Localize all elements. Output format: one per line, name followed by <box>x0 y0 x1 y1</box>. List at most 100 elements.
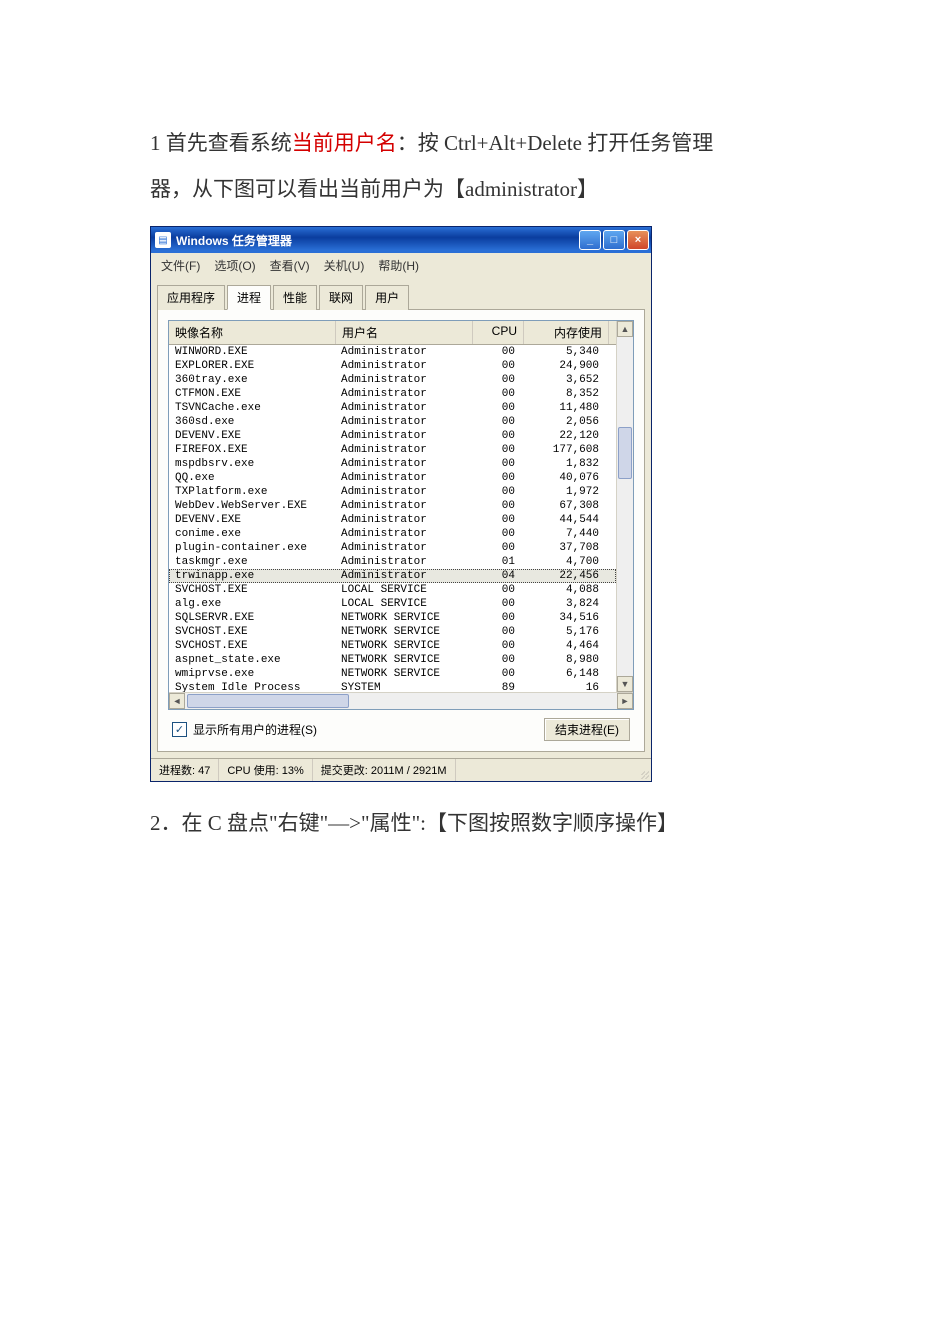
table-row[interactable]: CTFMON.EXEAdministrator008,352 <box>169 387 616 401</box>
step1-line2: 器，从下图可以看出当前用户为【administrator】 <box>150 177 598 201</box>
cell: 1,832 <box>521 457 605 471</box>
cell: 00 <box>471 471 521 485</box>
show-all-users-checkbox[interactable]: ✓ 显示所有用户的进程(S) <box>172 721 317 738</box>
table-row[interactable]: DEVENV.EXEAdministrator0022,120 <box>169 429 616 443</box>
table-row[interactable]: SVCHOST.EXELOCAL SERVICE004,088 <box>169 583 616 597</box>
col-user-name[interactable]: 用户名 <box>336 321 473 344</box>
menu-file[interactable]: 文件(F) <box>155 255 206 276</box>
cell: 1,972 <box>521 485 605 499</box>
scroll-down-icon[interactable]: ▼ <box>617 676 633 692</box>
table-row[interactable]: conime.exeAdministrator007,440 <box>169 527 616 541</box>
cell: 37,708 <box>521 541 605 555</box>
task-manager-window: ▤ Windows 任务管理器 _ □ × 文件(F) 选项(O) 查看(V) … <box>150 226 652 782</box>
tab-applications[interactable]: 应用程序 <box>157 285 225 310</box>
column-headers[interactable]: 映像名称 用户名 CPU 内存使用 <box>169 321 616 345</box>
cell: Administrator <box>335 471 471 485</box>
cell: NETWORK SERVICE <box>335 639 471 653</box>
table-row[interactable]: aspnet_state.exeNETWORK SERVICE008,980 <box>169 653 616 667</box>
table-row[interactable]: taskmgr.exeAdministrator014,700 <box>169 555 616 569</box>
tab-performance[interactable]: 性能 <box>273 285 317 310</box>
cell: 00 <box>471 653 521 667</box>
cell: Administrator <box>335 527 471 541</box>
col-memory[interactable]: 内存使用 <box>524 321 609 344</box>
cell: 89 <box>471 681 521 692</box>
table-row[interactable]: SQLSERVR.EXENETWORK SERVICE0034,516 <box>169 611 616 625</box>
maximize-button[interactable]: □ <box>603 230 625 250</box>
step1-post: ：按 Ctrl+Alt+Delete 打开任务管理 <box>397 131 714 155</box>
table-row[interactable]: alg.exeLOCAL SERVICE003,824 <box>169 597 616 611</box>
resize-grip-icon[interactable] <box>635 759 651 781</box>
process-rows[interactable]: WINWORD.EXEAdministrator005,340EXPLORER.… <box>169 345 616 692</box>
cell: 40,076 <box>521 471 605 485</box>
cell: 00 <box>471 541 521 555</box>
scroll-up-icon[interactable]: ▲ <box>617 321 633 337</box>
table-row[interactable]: TSVNCache.exeAdministrator0011,480 <box>169 401 616 415</box>
scroll-right-icon[interactable]: ► <box>617 693 633 709</box>
cell: 3,652 <box>521 373 605 387</box>
hscroll-thumb[interactable] <box>187 694 349 708</box>
close-button[interactable]: × <box>627 230 649 250</box>
tab-users[interactable]: 用户 <box>365 285 409 310</box>
cell: 01 <box>471 555 521 569</box>
cell: 04 <box>471 569 521 583</box>
table-row[interactable]: EXPLORER.EXEAdministrator0024,900 <box>169 359 616 373</box>
status-process-count: 进程数: 47 <box>151 759 219 781</box>
cell: 16 <box>521 681 605 692</box>
table-row[interactable]: mspdbsrv.exeAdministrator001,832 <box>169 457 616 471</box>
table-row[interactable]: SVCHOST.EXENETWORK SERVICE004,464 <box>169 639 616 653</box>
minimize-button[interactable]: _ <box>579 230 601 250</box>
cell: 00 <box>471 443 521 457</box>
cell: NETWORK SERVICE <box>335 653 471 667</box>
table-row[interactable]: SVCHOST.EXENETWORK SERVICE005,176 <box>169 625 616 639</box>
scroll-left-icon[interactable]: ◄ <box>169 693 185 709</box>
scroll-thumb[interactable] <box>618 427 632 479</box>
end-process-button[interactable]: 结束进程(E) <box>544 718 630 741</box>
titlebar[interactable]: ▤ Windows 任务管理器 _ □ × <box>151 227 651 253</box>
table-row[interactable]: 360sd.exeAdministrator002,056 <box>169 415 616 429</box>
tab-processes[interactable]: 进程 <box>227 285 271 310</box>
table-row[interactable]: TXPlatform.exeAdministrator001,972 <box>169 485 616 499</box>
table-row[interactable]: WebDev.WebServer.EXEAdministrator0067,30… <box>169 499 616 513</box>
menu-options[interactable]: 选项(O) <box>208 255 261 276</box>
cell: Administrator <box>335 373 471 387</box>
cell: 00 <box>471 513 521 527</box>
table-row[interactable]: FIREFOX.EXEAdministrator00177,608 <box>169 443 616 457</box>
table-row[interactable]: System Idle ProcessSYSTEM8916 <box>169 681 616 692</box>
cell: 4,700 <box>521 555 605 569</box>
cell: 8,980 <box>521 653 605 667</box>
table-row[interactable]: plugin-container.exeAdministrator0037,70… <box>169 541 616 555</box>
cell: EXPLORER.EXE <box>169 359 335 373</box>
table-row[interactable]: QQ.exeAdministrator0040,076 <box>169 471 616 485</box>
menu-view[interactable]: 查看(V) <box>264 255 316 276</box>
horizontal-scrollbar[interactable]: ◄ ► <box>169 692 633 709</box>
process-list[interactable]: 映像名称 用户名 CPU 内存使用 WINWORD.EXEAdministrat… <box>168 320 634 710</box>
col-cpu[interactable]: CPU <box>473 321 524 344</box>
window-title: Windows 任务管理器 <box>176 232 579 249</box>
cell: 00 <box>471 583 521 597</box>
cell: trwinapp.exe <box>169 569 335 583</box>
cell: Administrator <box>335 485 471 499</box>
step2-paragraph: 2．在 C 盘点"右键"—>"属性":【下图按照数字顺序操作】 <box>150 800 805 846</box>
cell: TXPlatform.exe <box>169 485 335 499</box>
cell: SVCHOST.EXE <box>169 639 335 653</box>
table-row[interactable]: WINWORD.EXEAdministrator005,340 <box>169 345 616 359</box>
table-row[interactable]: DEVENV.EXEAdministrator0044,544 <box>169 513 616 527</box>
menu-shutdown[interactable]: 关机(U) <box>318 255 371 276</box>
cell: LOCAL SERVICE <box>335 583 471 597</box>
cell: Administrator <box>335 429 471 443</box>
vertical-scrollbar[interactable]: ▲ ▼ <box>616 321 633 692</box>
table-row[interactable]: 360tray.exeAdministrator003,652 <box>169 373 616 387</box>
col-image-name[interactable]: 映像名称 <box>169 321 336 344</box>
cell: 2,056 <box>521 415 605 429</box>
menu-help[interactable]: 帮助(H) <box>372 255 425 276</box>
cell: 00 <box>471 527 521 541</box>
cell: TSVNCache.exe <box>169 401 335 415</box>
cell: Administrator <box>335 541 471 555</box>
tab-networking[interactable]: 联网 <box>319 285 363 310</box>
cell: SVCHOST.EXE <box>169 583 335 597</box>
table-row[interactable]: trwinapp.exeAdministrator0422,456 <box>169 569 616 583</box>
table-row[interactable]: wmiprvse.exeNETWORK SERVICE006,148 <box>169 667 616 681</box>
statusbar: 进程数: 47 CPU 使用: 13% 提交更改: 2011M / 2921M <box>151 758 651 781</box>
cell: 00 <box>471 415 521 429</box>
cell: plugin-container.exe <box>169 541 335 555</box>
